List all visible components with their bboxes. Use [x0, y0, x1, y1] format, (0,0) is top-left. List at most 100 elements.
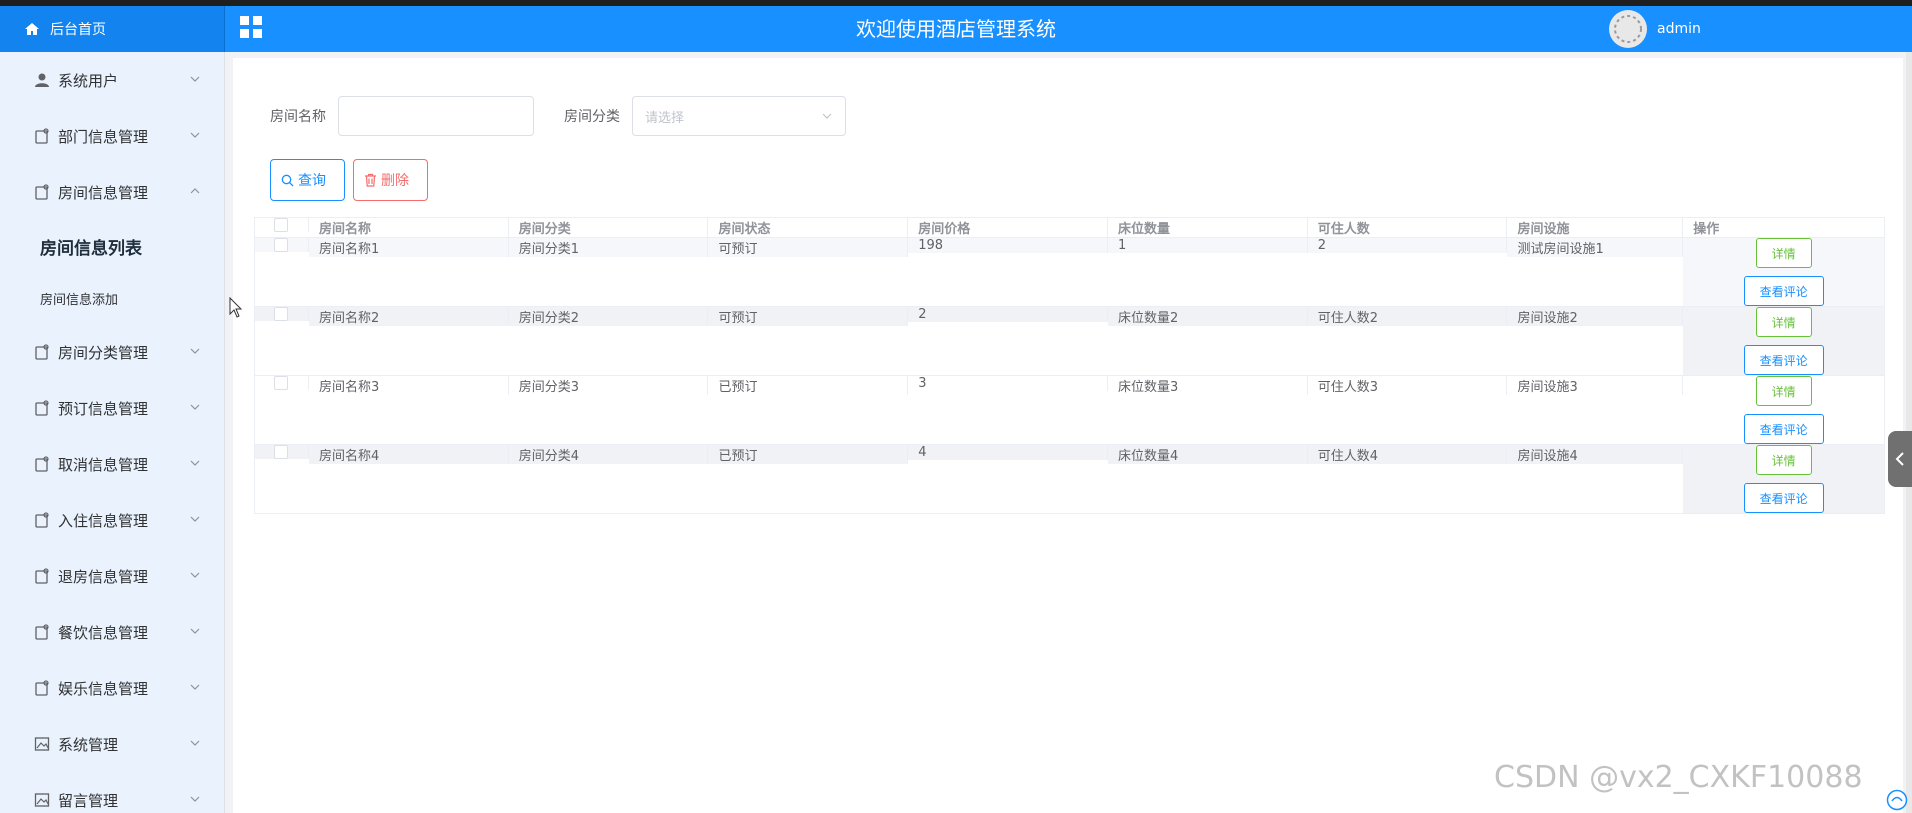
query-button[interactable]: 查询	[270, 159, 345, 201]
grid-menu-icon[interactable]	[239, 15, 263, 39]
table-row: 房间名称2 房间分类2 可预订 2 床位数量2 可住人数2 房间设施2 详情 查…	[255, 307, 1884, 376]
sidebar-item-checkin[interactable]: 入住信息管理	[0, 492, 224, 548]
sidebar-item-system-admin[interactable]: 系统管理	[0, 716, 224, 772]
detail-button[interactable]: 详情	[1755, 238, 1812, 268]
sidebar-item-room-category[interactable]: 房间分类管理	[0, 324, 224, 380]
row-select-cell	[255, 238, 309, 252]
sidebar-subitem-room-list[interactable]: 房间信息列表	[0, 220, 224, 272]
room-category-select[interactable]: 请选择	[632, 96, 846, 136]
image-icon	[34, 793, 50, 807]
chevron-down-icon	[822, 113, 832, 119]
room-status-cell: 可预订	[708, 307, 909, 326]
detail-button[interactable]: 详情	[1755, 376, 1812, 406]
main-content: 房间名称 房间分类 请选择 查询 删除 房间名称 房间分类 房间状态 房间价格 …	[233, 58, 1903, 813]
detail-button[interactable]: 详情	[1755, 445, 1812, 475]
sidebar-item-dining[interactable]: 餐饮信息管理	[0, 604, 224, 660]
sidebar-subitem-label: 房间信息列表	[40, 238, 142, 259]
bed-count-cell: 床位数量3	[1108, 376, 1308, 395]
column-header[interactable]: 房间价格	[908, 218, 1108, 237]
row-checkbox[interactable]	[274, 238, 289, 252]
chevron-down-icon	[190, 404, 200, 410]
sidebar-item-entertainment[interactable]: 娱乐信息管理	[0, 660, 224, 716]
username: admin	[1657, 21, 1701, 37]
actions-cell: 详情 查看评论	[1683, 238, 1884, 306]
row-checkbox[interactable]	[274, 307, 289, 321]
delete-button[interactable]: 删除	[353, 159, 428, 201]
room-category-cell: 房间分类3	[509, 376, 709, 395]
user-icon	[35, 73, 49, 87]
detail-button[interactable]: 详情	[1755, 307, 1812, 337]
image-icon	[34, 737, 50, 751]
view-comments-button[interactable]: 查看评论	[1743, 276, 1824, 306]
select-all-checkbox[interactable]	[274, 218, 289, 232]
bed-count-cell: 床位数量2	[1107, 307, 1308, 326]
facility-cell: 房间设施4	[1507, 445, 1684, 464]
chevron-down-icon	[190, 348, 200, 354]
view-comments-button[interactable]: 查看评论	[1743, 414, 1824, 444]
room-name-label: 房间名称	[270, 109, 326, 125]
header-bar: 后台首页 欢迎使用酒店管理系统 admin	[0, 6, 1912, 52]
sidebar-item-messages[interactable]: 留言管理	[0, 772, 224, 813]
chevron-down-icon	[190, 76, 200, 82]
sidebar-item-cancel[interactable]: 取消信息管理	[0, 436, 224, 492]
column-header[interactable]: 房间状态	[708, 218, 909, 237]
tag-icon	[35, 624, 49, 640]
room-name-cell: 房间名称1	[308, 238, 509, 257]
tag-icon	[35, 456, 49, 472]
sidebar-item-room-info[interactable]: 房间信息管理	[0, 164, 224, 220]
chevron-down-icon	[190, 516, 200, 522]
sidebar-item-checkout[interactable]: 退房信息管理	[0, 548, 224, 604]
room-status-cell: 已预订	[708, 376, 909, 395]
sidebar-subitem-label: 房间信息添加	[40, 292, 119, 308]
tag-icon	[35, 512, 49, 528]
sidebar-item-label: 退房信息管理	[58, 567, 149, 586]
sidebar: 系统用户 部门信息管理 房间信息管理 房间信息列表 房间信息添加 房间分类管理 …	[0, 52, 225, 813]
home-icon	[25, 23, 39, 35]
query-button-label: 查询	[298, 173, 326, 189]
room-price-cell: 198	[908, 238, 1108, 253]
column-header[interactable]: 房间分类	[509, 218, 709, 237]
bed-count-cell: 床位数量4	[1107, 445, 1308, 464]
side-drawer-toggle[interactable]	[1888, 431, 1912, 487]
actions-cell: 详情 查看评论	[1683, 307, 1884, 375]
view-comments-button[interactable]: 查看评论	[1743, 483, 1824, 513]
help-badge-icon[interactable]	[1886, 789, 1908, 811]
capacity-cell: 可住人数4	[1307, 445, 1508, 464]
chevron-down-icon	[190, 628, 200, 634]
column-header[interactable]: 房间设施	[1507, 218, 1684, 237]
tag-icon	[35, 184, 49, 200]
sidebar-item-booking[interactable]: 预订信息管理	[0, 380, 224, 436]
column-header[interactable]: 房间名称	[309, 218, 509, 237]
chevron-left-icon	[1895, 452, 1904, 466]
room-status-cell: 已预订	[708, 445, 909, 464]
room-name-input[interactable]	[338, 96, 534, 136]
sidebar-item-label: 留言管理	[58, 791, 119, 810]
tag-icon	[35, 344, 49, 360]
room-name-cell: 房间名称2	[308, 307, 509, 326]
home-link[interactable]: 后台首页	[0, 6, 225, 52]
view-comments-button[interactable]: 查看评论	[1743, 345, 1824, 375]
tag-icon	[35, 680, 49, 696]
delete-button-label: 删除	[381, 173, 409, 189]
table-row: 房间名称3 房间分类3 已预订 3 床位数量3 可住人数3 房间设施3 详情 查…	[255, 376, 1884, 445]
row-checkbox[interactable]	[274, 445, 289, 459]
room-category-label: 房间分类	[564, 109, 620, 125]
watermark: CSDN @vx2_CXKF10088	[1494, 760, 1863, 795]
room-category-cell: 房间分类1	[508, 238, 709, 257]
chevron-down-icon	[190, 572, 200, 578]
sidebar-item-label: 系统管理	[58, 735, 119, 754]
sidebar-subitem-room-add[interactable]: 房间信息添加	[0, 272, 224, 324]
sidebar-item-label: 入住信息管理	[58, 511, 149, 530]
table-header: 房间名称 房间分类 房间状态 房间价格 床位数量 可住人数 房间设施 操作	[255, 218, 1884, 238]
room-price-cell: 3	[908, 376, 1108, 391]
sidebar-item-system-users[interactable]: 系统用户	[0, 52, 224, 108]
sidebar-item-department[interactable]: 部门信息管理	[0, 108, 224, 164]
row-checkbox[interactable]	[274, 376, 289, 390]
actions-cell: 详情 查看评论	[1683, 445, 1884, 513]
tag-icon	[35, 568, 49, 584]
user-menu[interactable]: admin	[1609, 6, 1701, 52]
facility-cell: 测试房间设施1	[1507, 238, 1684, 257]
column-header[interactable]: 可住人数	[1308, 218, 1508, 237]
app-title: 欢迎使用酒店管理系统	[856, 17, 1056, 41]
column-header[interactable]: 床位数量	[1108, 218, 1308, 237]
